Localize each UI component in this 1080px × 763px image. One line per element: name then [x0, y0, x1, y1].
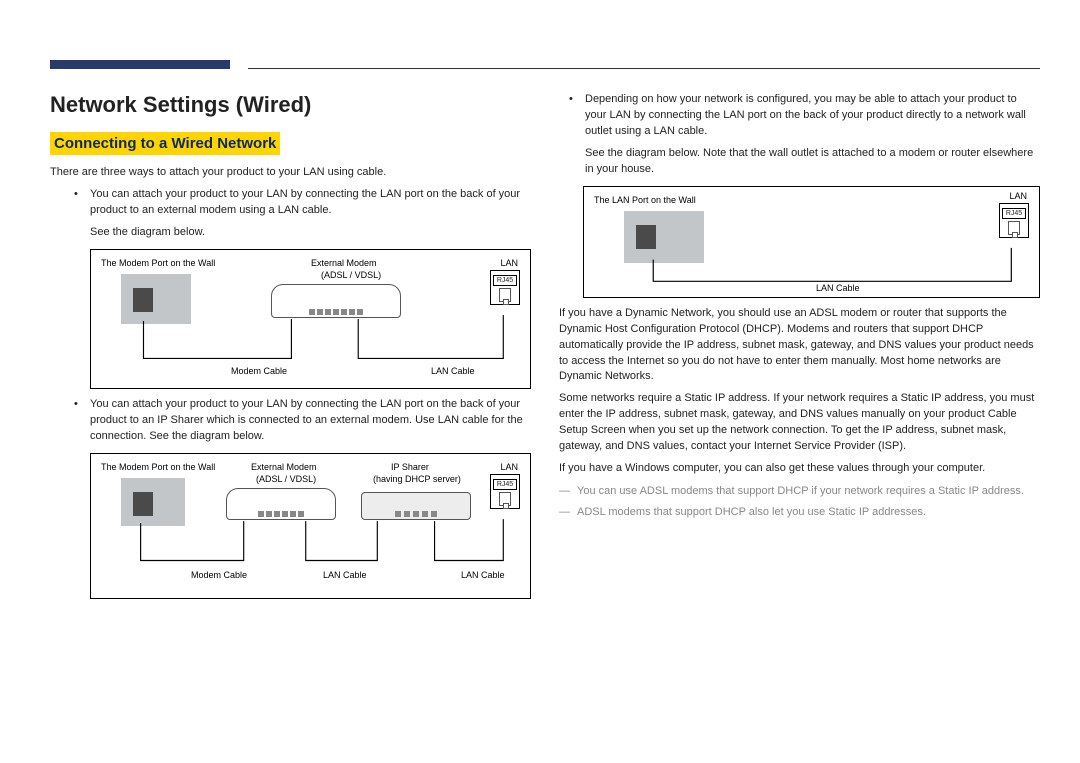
lan-port-icon: RJ45 — [490, 474, 520, 509]
diagram-1: The Modem Port on the Wall External Mode… — [90, 249, 531, 389]
bullet-1-text: You can attach your product to your LAN … — [90, 188, 520, 216]
rj45-label: RJ45 — [493, 479, 517, 490]
page-content: Network Settings (Wired) Connecting to a… — [50, 92, 1040, 607]
wall-plate-icon — [121, 478, 185, 526]
para-static: Some networks require a Static IP addres… — [559, 391, 1040, 455]
d1-modem-label: External Modem — [311, 258, 377, 268]
bullet-item-1: You can attach your product to your LAN … — [74, 187, 531, 219]
wall-plate-icon — [121, 274, 191, 324]
bullet-1-sub: See the diagram below. — [50, 225, 531, 241]
para-windows: If you have a Windows computer, you can … — [559, 461, 1040, 477]
notes-block: You can use ADSL modems that support DHC… — [559, 483, 1040, 520]
d1-modem-sub: (ADSL / VDSL) — [321, 270, 381, 280]
note-2: ADSL modems that support DHCP also let y… — [559, 504, 1040, 521]
bullet-item-3: Depending on how your network is configu… — [569, 92, 1040, 140]
d2-wall-label: The Modem Port on the Wall — [101, 462, 215, 472]
d3-cable: LAN Cable — [816, 283, 860, 293]
right-column: Depending on how your network is configu… — [559, 92, 1040, 607]
intro-text: There are three ways to attach your prod… — [50, 165, 531, 181]
lan-port-icon: RJ45 — [999, 203, 1029, 238]
bullet-2-text: You can attach your product to your LAN … — [90, 398, 523, 442]
d1-cable1: Modem Cable — [231, 366, 287, 376]
bullet-list-3: Depending on how your network is configu… — [559, 92, 1040, 140]
d2-modem-label: External Modem — [251, 462, 317, 472]
wall-plate-icon — [624, 211, 704, 263]
d2-router-label: IP Sharer — [391, 462, 429, 472]
d1-lan-header: LAN — [500, 258, 518, 268]
diagram-3: The LAN Port on the Wall LAN RJ45 LAN Ca… — [583, 186, 1040, 298]
left-column: Network Settings (Wired) Connecting to a… — [50, 92, 531, 607]
page-title: Network Settings (Wired) — [50, 92, 531, 118]
d1-wall-label: The Modem Port on the Wall — [101, 258, 215, 268]
modem-icon — [226, 488, 336, 520]
bullet-list-1: You can attach your product to your LAN … — [50, 187, 531, 219]
modem-icon — [271, 284, 401, 318]
bullet-item-2: You can attach your product to your LAN … — [74, 397, 531, 445]
router-icon — [361, 492, 471, 520]
rj45-label: RJ45 — [1002, 208, 1026, 219]
d3-lan-header: LAN — [1009, 191, 1027, 201]
d2-cable3: LAN Cable — [461, 570, 505, 580]
bullet-list-2: You can attach your product to your LAN … — [50, 397, 531, 445]
d2-lan-header: LAN — [500, 462, 518, 472]
d2-router-sub: (having DHCP server) — [373, 474, 461, 484]
bullet-3-sub: See the diagram below. Note that the wal… — [559, 146, 1040, 178]
d1-cable2: LAN Cable — [431, 366, 475, 376]
header-accent-bar — [50, 60, 230, 69]
lan-port-icon: RJ45 — [490, 270, 520, 305]
d3-wall-label: The LAN Port on the Wall — [594, 195, 696, 205]
d2-cable2: LAN Cable — [323, 570, 367, 580]
diagram-2: The Modem Port on the Wall External Mode… — [90, 453, 531, 599]
header-rule — [248, 68, 1040, 69]
d2-modem-sub: (ADSL / VDSL) — [256, 474, 316, 484]
bullet-3-text: Depending on how your network is configu… — [585, 93, 1026, 137]
para-dynamic: If you have a Dynamic Network, you shoul… — [559, 306, 1040, 386]
note-1: You can use ADSL modems that support DHC… — [559, 483, 1040, 500]
section-subtitle: Connecting to a Wired Network — [50, 132, 280, 155]
rj45-label: RJ45 — [493, 275, 517, 286]
d2-cable1: Modem Cable — [191, 570, 247, 580]
